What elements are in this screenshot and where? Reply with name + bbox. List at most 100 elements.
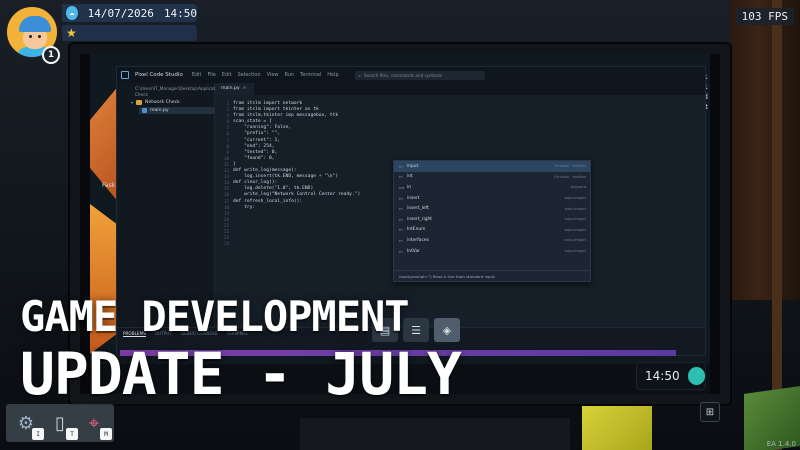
symbol-kind-icon: fn (399, 163, 403, 169)
autocomplete-detail: auto-import (564, 249, 586, 254)
autocomplete-detail: Function · builtins (554, 164, 586, 169)
autocomplete-item[interactable]: fn insert auto-import (394, 193, 590, 204)
autocomplete-detail: Function · builtins (554, 174, 586, 179)
menu-edit[interactable]: Edit (222, 72, 232, 78)
file-explorer: C:\Users\IT_Manager\Desktop\Applications… (117, 83, 259, 327)
autocomplete-detail: auto-import (564, 217, 586, 222)
close-icon[interactable]: × (243, 86, 247, 95)
hotkey-label: I (32, 428, 44, 440)
autocomplete-label: input (407, 163, 419, 169)
hud-date: 14/07/2026 (87, 6, 154, 20)
map-icon: ⌖ (88, 412, 100, 434)
avatar-eye (29, 35, 32, 38)
ide-logo-icon (121, 71, 129, 79)
autocomplete-label: insert_right (407, 216, 433, 222)
autocomplete-detail: auto-import (564, 227, 586, 232)
symbol-kind-icon: fn (399, 174, 403, 180)
symbol-kind-icon: fn (399, 227, 403, 233)
explorer-path: C:\Users\IT_Manager\Desktop\Applications… (135, 86, 259, 97)
desk-floor (300, 418, 570, 450)
autocomplete-popup[interactable]: fn input Function · builtins fn int Function … (393, 160, 591, 282)
line-number: 24 (223, 241, 229, 247)
autocomplete-item[interactable]: fn insert_right auto-import (394, 214, 590, 225)
hotbar-slot-map[interactable]: ⌖ M (80, 408, 112, 440)
hotbar-slot-inventory[interactable]: ⚙ I (12, 408, 44, 440)
title-line-1: GAME DEVELOPMENT (20, 292, 410, 341)
ide-titlebar: Pixel Code Studio Edit File Edit Selecti… (117, 67, 705, 83)
code-content[interactable]: from itslm import network from itslm impo… (233, 101, 360, 211)
menu-help[interactable]: Help (327, 72, 338, 78)
hud-xp-bar: ★ (62, 25, 197, 41)
autocomplete-detail: auto-import (564, 196, 586, 201)
symbol-kind-icon: fn (399, 237, 403, 243)
autocomplete-label: interfaces (407, 237, 429, 243)
desktop-icon-label[interactable]: Fask (102, 182, 115, 189)
autocomplete-hint: input(prompt='') Read a line from standa… (394, 270, 590, 281)
autocomplete-item[interactable]: fn IntVar auto-import (394, 246, 590, 257)
hud-time: 14:50 (163, 6, 197, 20)
autocomplete-detail: Keyword (570, 185, 586, 190)
autocomplete-label: in (407, 184, 412, 190)
code-line[interactable]: try: (233, 205, 360, 211)
code-line[interactable]: write_log("Network Control Center ready.… (233, 192, 360, 198)
folder-label: Network Check (145, 100, 180, 105)
python-file-icon (142, 108, 147, 113)
star-icon: ★ (66, 26, 77, 40)
menu-edit[interactable]: Edit (192, 72, 202, 78)
autocomplete-detail: auto-import (564, 206, 586, 211)
item-hotbar: ⚙ I ▯ T ⌖ M (6, 404, 114, 442)
autocomplete-item[interactable]: fn interfaces auto-import (394, 235, 590, 246)
player-level-badge: 1 (42, 46, 60, 64)
search-placeholder: Search files, commands and symbols (364, 72, 442, 78)
room-wall (730, 0, 800, 300)
folder-icon (136, 100, 143, 105)
hud-datetime: ☁ 14/07/2026 14:50 (62, 4, 197, 22)
python-app-icon[interactable]: ◈ (434, 318, 460, 342)
grid-icon[interactable]: ⊞ (700, 402, 720, 422)
autocomplete-label: int (407, 174, 413, 180)
wall-beam (772, 0, 782, 450)
autocomplete-item[interactable]: fn insert_left auto-import (394, 203, 590, 214)
title-line-2: UPDATE - JULY (20, 340, 462, 408)
search-icon: ⌕ (358, 72, 361, 78)
menu-selection[interactable]: Selection (238, 72, 261, 78)
cloud-icon: ☁ (66, 6, 78, 20)
hotkey-label: T (66, 428, 78, 440)
menu-terminal[interactable]: Terminal (300, 72, 321, 78)
tab-main-py[interactable]: main.py × (215, 83, 255, 95)
clock-time: 14:50 (645, 369, 680, 383)
folder-network-check[interactable]: ▾ Network Check (117, 100, 214, 105)
autocomplete-detail: auto-import (564, 238, 586, 243)
menu-file[interactable]: File (208, 72, 216, 78)
avatar-eye (38, 35, 41, 38)
menu-view[interactable]: View (267, 72, 279, 78)
tab-label: main.py (221, 86, 240, 91)
editor-tabs: main.py × (215, 83, 705, 95)
notification-icon[interactable] (687, 367, 705, 385)
command-search-input[interactable]: ⌕ Search files, commands and symbols (354, 70, 485, 80)
hotkey-label: M (100, 428, 112, 440)
desktop-clock: 14:50 (636, 362, 706, 390)
autocomplete-label: IntEnum (407, 227, 426, 233)
autocomplete-list: fn input Function · builtins fn int Function … (394, 161, 590, 256)
avatar-cap (19, 16, 51, 32)
autocomplete-item[interactable]: fn IntEnum auto-import (394, 225, 590, 236)
symbol-kind-icon: kw (399, 184, 405, 190)
file-label: main.py (150, 108, 169, 113)
menu-run[interactable]: Run (285, 72, 295, 78)
autocomplete-item[interactable]: fn int Function · builtins (394, 172, 590, 183)
autocomplete-item[interactable]: kw in Keyword (394, 182, 590, 193)
autocomplete-item[interactable]: fn input Function · builtins (394, 161, 590, 172)
hotbar-slot-phone[interactable]: ▯ T (46, 408, 78, 440)
file-main-py[interactable]: main.py (139, 107, 215, 114)
yellow-box-prop (582, 402, 652, 450)
ide-app-name: Pixel Code Studio (135, 72, 183, 78)
symbol-kind-icon: fn (399, 216, 403, 222)
chevron-down-icon: ▾ (131, 100, 134, 105)
line-number-gutter: 1 2 3 4 5 6 7 8 9 10 11 12 13 14 15 16 17 18 19 20 21 22 23 24 (215, 101, 229, 247)
phone-icon: ▯ (55, 412, 65, 434)
autocomplete-label: insert (407, 195, 420, 201)
autocomplete-label: insert_left (407, 206, 429, 212)
symbol-kind-icon: fn (399, 206, 403, 212)
build-version: EA 1.4.0 (766, 440, 796, 448)
